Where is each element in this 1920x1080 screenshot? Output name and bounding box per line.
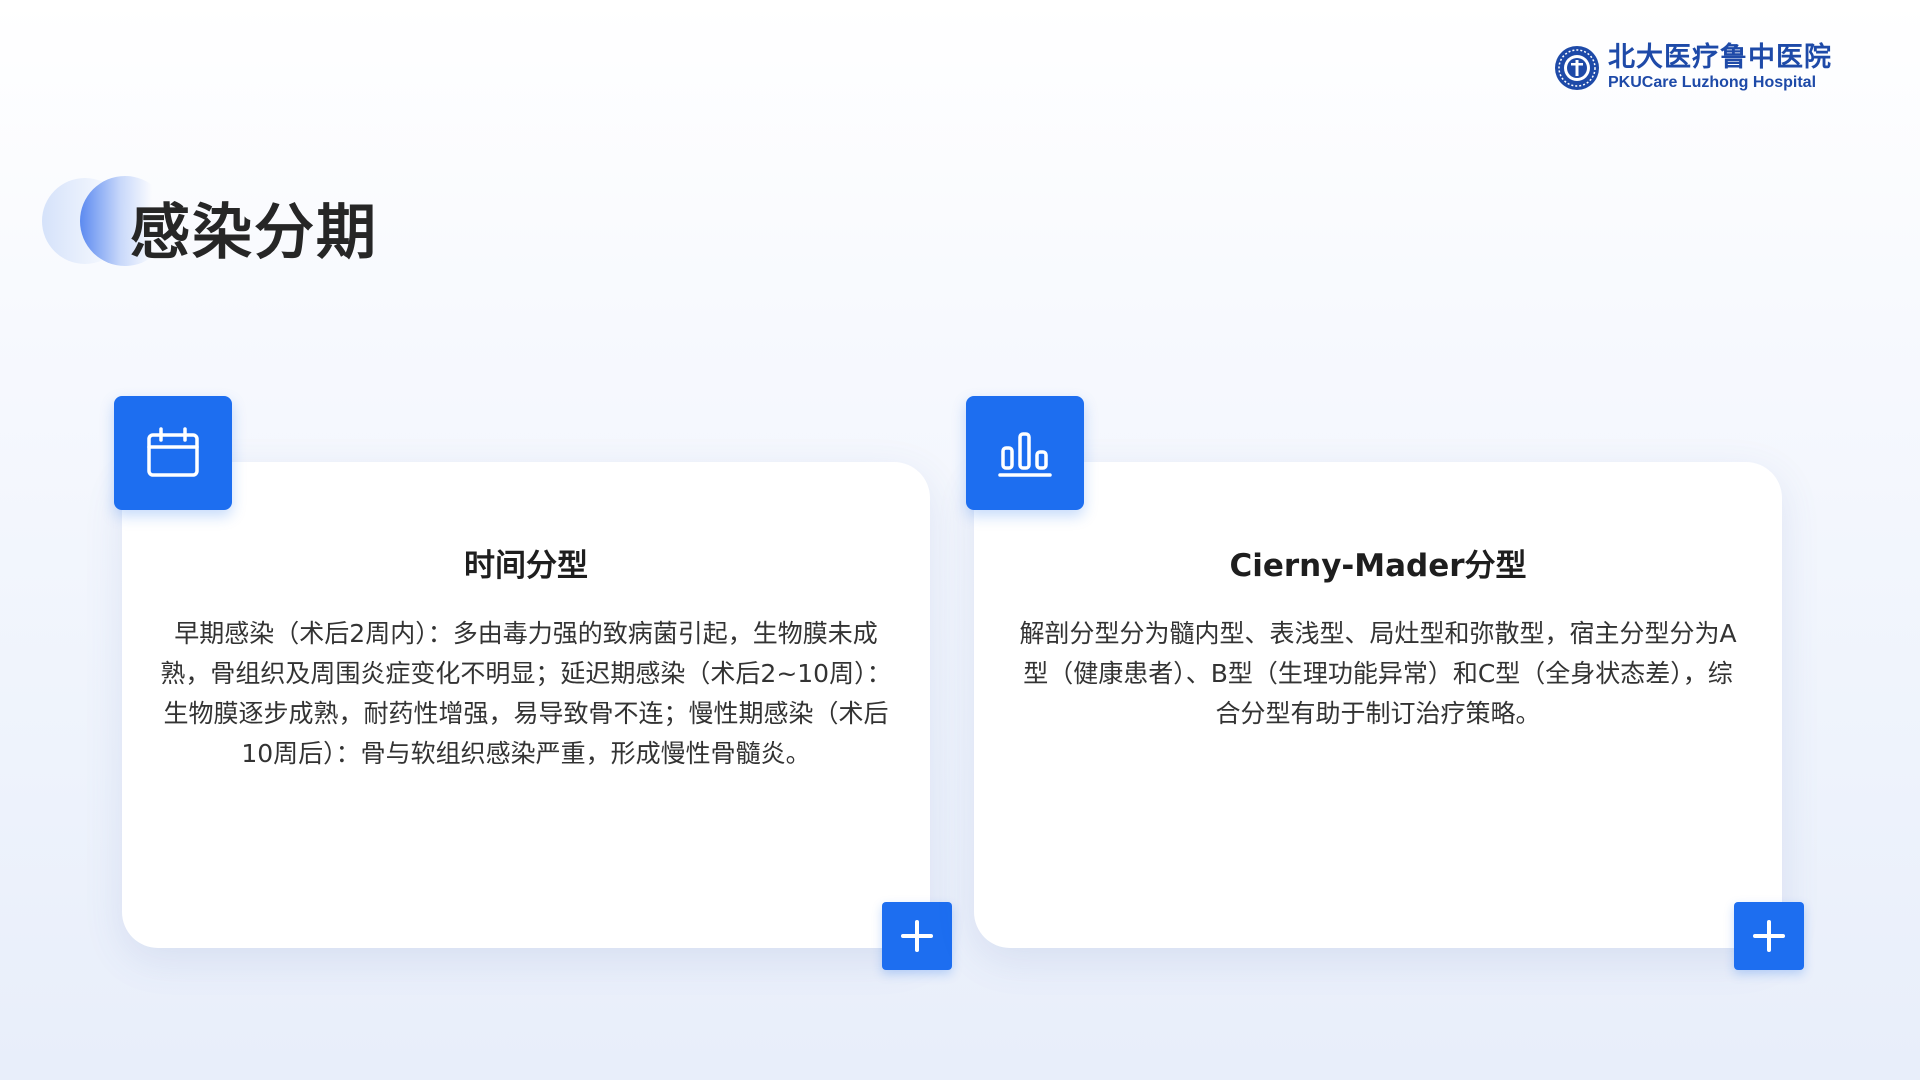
page-title: 感染分期 bbox=[130, 198, 378, 268]
card-cierny-mader-classification: Cierny-Mader分型 解剖分型分为髓内型、表浅型、局灶型和弥散型，宿主分… bbox=[964, 396, 1814, 976]
card-panel: Cierny-Mader分型 解剖分型分为髓内型、表浅型、局灶型和弥散型，宿主分… bbox=[974, 462, 1782, 948]
card-time-classification: 时间分型 早期感染（术后2周内）：多由毒力强的致病菌引起，生物膜未成熟，骨组织及… bbox=[112, 396, 962, 976]
calendar-icon bbox=[114, 396, 232, 510]
plus-icon bbox=[901, 920, 933, 952]
plus-icon bbox=[1753, 920, 1785, 952]
page-title-block: 感染分期 bbox=[40, 176, 376, 268]
expand-plus-button[interactable] bbox=[882, 902, 952, 970]
logo-name-en: PKUCare Luzhong Hospital bbox=[1608, 74, 1817, 91]
card-body: 解剖分型分为髓内型、表浅型、局灶型和弥散型，宿主分型分为A型（健康患者）、B型（… bbox=[1019, 619, 1737, 728]
card-panel: 时间分型 早期感染（术后2周内）：多由毒力强的致病菌引起，生物膜未成熟，骨组织及… bbox=[122, 462, 930, 948]
bar-chart-icon bbox=[966, 396, 1084, 510]
hospital-logo: 北大医疗鲁中医院 PKUCare Luzhong Hospital bbox=[1554, 44, 1832, 91]
card-body: 早期感染（术后2周内）：多由毒力强的致病菌引起，生物膜未成熟，骨组织及周围炎症变… bbox=[160, 619, 892, 768]
card-title: 时间分型 bbox=[464, 548, 588, 584]
hospital-seal-icon bbox=[1555, 45, 1599, 90]
logo-name-cn: 北大医疗鲁中医院 bbox=[1608, 42, 1832, 73]
expand-plus-button[interactable] bbox=[1734, 902, 1804, 970]
card-title: Cierny-Mader分型 bbox=[1229, 548, 1527, 584]
